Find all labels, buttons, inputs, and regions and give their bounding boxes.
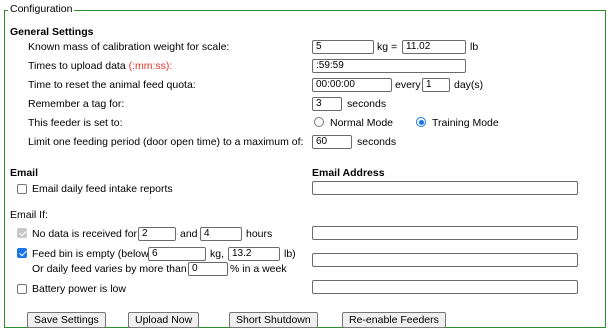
feed-bin-email-input[interactable] [312,253,578,267]
feeding-limit-unit: seconds [357,136,397,148]
every-label: every [395,79,421,91]
no-data-min-input[interactable]: 2 [138,227,176,241]
email-if-label: Email If: [10,209,48,221]
kg-equals-label: kg = [377,41,398,53]
battery-email-input[interactable] [312,280,578,294]
training-mode-label: Training Mode [432,117,499,129]
upload-times-input[interactable]: :59:59 [312,59,466,73]
reset-quota-days-input[interactable]: 1 [422,78,450,92]
no-data-max-input[interactable]: 4 [200,227,242,241]
reset-quota-label: Time to reset the animal feed quota: [28,79,196,91]
training-mode-radio[interactable] [416,117,426,127]
feeder-mode-label: This feeder is set to: [28,117,123,129]
general-settings-heading: General Settings [10,26,94,38]
remember-tag-label: Remember a tag for: [28,98,125,110]
daily-varies-label: Or daily feed varies by more than [32,263,187,275]
feed-bin-lb-unit: lb) [284,248,296,260]
upload-times-text: Times to upload data [28,60,129,72]
calibration-label: Known mass of calibration weight for sca… [28,41,230,53]
feed-bin-lb-input[interactable]: 13.2 [228,247,280,261]
daily-varies-input[interactable]: 0 [188,262,228,276]
upload-now-button[interactable]: Upload Now [128,312,200,328]
daily-report-checkbox[interactable] [17,184,27,194]
upload-times-label: Times to upload data (:mm:ss): [28,60,172,72]
short-shutdown-button[interactable]: Short Shutdown [229,312,318,328]
reset-quota-time-input[interactable]: 00:00:00 [312,78,392,92]
email-address-heading: Email Address [312,167,385,179]
daily-report-label: Email daily feed intake reports [32,183,173,195]
daily-varies-suffix: % in a week [230,263,287,275]
no-data-checkbox[interactable] [17,228,27,238]
days-unit-label: day(s) [454,79,484,91]
configuration-legend: Configuration [8,3,75,15]
remember-tag-unit: seconds [347,98,387,110]
no-data-and-label: and [180,228,198,240]
calibration-lb-input[interactable]: 11.02 [402,40,466,54]
email-heading: Email [10,167,39,179]
calibration-kg-input[interactable]: 5 [312,40,374,54]
feeding-limit-input[interactable]: 60 [312,135,352,149]
daily-report-email-input[interactable] [312,181,578,195]
no-data-label: No data is received for [32,228,138,240]
normal-mode-radio[interactable] [314,117,324,127]
no-data-email-input[interactable] [312,226,578,240]
feed-bin-label: Feed bin is empty (below [32,248,149,260]
normal-mode-label: Normal Mode [330,117,394,129]
feed-bin-checkbox[interactable] [17,248,27,258]
battery-label: Battery power is low [32,283,126,295]
upload-times-hint: (:mm:ss): [128,60,173,72]
no-data-unit: hours [246,228,273,240]
lb-unit-label: lb [470,41,479,53]
save-settings-button[interactable]: Save Settings [27,312,106,328]
feeding-limit-label: Limit one feeding period (door open time… [28,136,304,148]
battery-checkbox[interactable] [17,284,27,294]
feed-bin-kg-input[interactable]: 6 [148,247,206,261]
remember-tag-input[interactable]: 3 [312,97,342,111]
reenable-feeders-button[interactable]: Re-enable Feeders [342,312,446,328]
feed-bin-kg-unit: kg, [210,248,225,260]
